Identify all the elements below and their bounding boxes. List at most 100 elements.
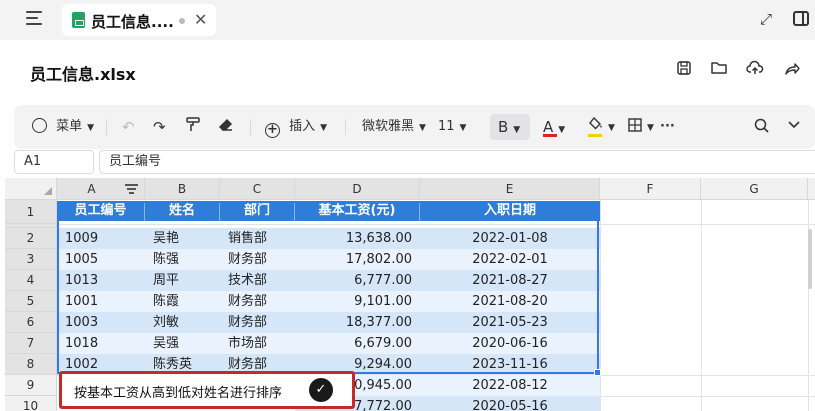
- cell-hire-date[interactable]: 2023-11-16: [420, 354, 600, 375]
- column-header-b[interactable]: B: [145, 178, 220, 200]
- cell-id[interactable]: 1003: [57, 312, 145, 333]
- cell-reference-box[interactable]: A1: [14, 150, 94, 174]
- cell-department[interactable]: 技术部: [220, 270, 295, 291]
- cell-department[interactable]: 财务部: [220, 291, 295, 312]
- cell-salary[interactable]: 9,101.00: [295, 291, 420, 312]
- column-header-a[interactable]: A: [57, 178, 145, 200]
- file-header: 员工信息.xlsx: [0, 40, 815, 102]
- cell-hire-date[interactable]: 2022-01-08: [420, 228, 600, 249]
- expand-icon[interactable]: ⤢: [760, 10, 772, 28]
- font-family-select[interactable]: 微软雅黑 ▼: [362, 105, 426, 149]
- cell-name[interactable]: 吴艳: [145, 228, 220, 249]
- cell-hire-date[interactable]: 2022-02-01: [420, 249, 600, 270]
- font-size-select[interactable]: 11 ▼: [438, 105, 466, 149]
- cell-id[interactable]: 1001: [57, 291, 145, 312]
- cell-name[interactable]: 陈霞: [145, 291, 220, 312]
- format-painter-icon[interactable]: [186, 105, 200, 149]
- row-header-7[interactable]: 7: [5, 333, 57, 354]
- fill-handle[interactable]: [594, 369, 601, 376]
- cell-salary[interactable]: 6,679.00: [295, 333, 420, 354]
- collapse-toolbar-icon[interactable]: [788, 105, 800, 149]
- undo-icon[interactable]: ↶: [122, 105, 135, 149]
- eraser-icon[interactable]: [218, 105, 234, 149]
- paint-bucket-icon: [589, 116, 602, 130]
- header-cell-name[interactable]: 姓名: [145, 201, 220, 221]
- cell-name[interactable]: 陈强: [145, 249, 220, 270]
- more-options-button[interactable]: ···: [660, 105, 675, 149]
- row-header-6[interactable]: 6: [5, 312, 57, 333]
- font-color-button[interactable]: A ▼: [543, 105, 565, 149]
- close-tab-icon[interactable]: ✕: [194, 10, 207, 29]
- cell-hire-date[interactable]: 2021-08-20: [420, 291, 600, 312]
- row-header-9[interactable]: 9: [5, 375, 57, 396]
- cell-salary[interactable]: 17,802.00: [295, 249, 420, 270]
- cell-department[interactable]: 销售部: [220, 228, 295, 249]
- filter-icon[interactable]: [125, 183, 138, 194]
- font-family-value: 微软雅黑: [362, 119, 415, 134]
- cloud-upload-icon[interactable]: [745, 60, 765, 80]
- cell-department[interactable]: 市场部: [220, 333, 295, 354]
- row-header-4[interactable]: 4: [5, 270, 57, 291]
- cell-id[interactable]: 1009: [57, 228, 145, 249]
- cell-hire-date[interactable]: 2020-05-16: [420, 396, 600, 411]
- row-header-2[interactable]: 2: [5, 228, 57, 249]
- column-header-f[interactable]: F: [600, 178, 701, 200]
- cell-id[interactable]: 1005: [57, 249, 145, 270]
- plus-circle-icon: +: [265, 123, 280, 138]
- header-cell-base-salary[interactable]: 基本工资(元): [295, 201, 420, 221]
- fill-color-swatch: [588, 134, 602, 137]
- side-panel-icon[interactable]: [793, 11, 809, 26]
- fill-color-button[interactable]: ▼: [588, 105, 615, 149]
- cell-salary[interactable]: 6,777.00: [295, 270, 420, 291]
- sidebar-toggle-icon[interactable]: [26, 11, 44, 27]
- cell-hire-date[interactable]: 2020-06-16: [420, 333, 600, 354]
- borders-icon: [628, 118, 642, 132]
- file-tab[interactable]: 员工信息.... ✕: [62, 4, 216, 36]
- cell-department[interactable]: 财务部: [220, 249, 295, 270]
- insert-label: 插入: [289, 119, 316, 134]
- header-cell-hire-date[interactable]: 入职日期: [420, 201, 600, 221]
- header-cell-department[interactable]: 部门: [220, 201, 295, 221]
- cell-hire-date[interactable]: 2021-08-27: [420, 270, 600, 291]
- menu-icon: [32, 118, 47, 133]
- bold-label: B: [498, 118, 509, 136]
- cell-hire-date[interactable]: 2021-05-23: [420, 312, 600, 333]
- share-icon[interactable]: [782, 60, 802, 80]
- row-header-3[interactable]: 3: [5, 249, 57, 270]
- row-header-10[interactable]: 10: [5, 396, 57, 411]
- column-header-c[interactable]: C: [220, 178, 295, 200]
- column-header-e[interactable]: E: [420, 178, 600, 200]
- cell-department[interactable]: 财务部: [220, 312, 295, 333]
- row-header-8[interactable]: 8: [5, 354, 57, 375]
- insert-button[interactable]: + 插入 ▼: [265, 105, 327, 149]
- cell-salary[interactable]: 18,377.00: [295, 312, 420, 333]
- column-header-h[interactable]: [808, 178, 815, 200]
- header-cell-employee-id[interactable]: 员工编号: [57, 201, 145, 221]
- bold-button[interactable]: B ▼: [498, 105, 520, 149]
- redo-icon[interactable]: ↷: [153, 105, 166, 149]
- formula-input[interactable]: 员工编号: [99, 150, 815, 174]
- menu-button[interactable]: 菜单 ▼: [32, 105, 94, 149]
- cell-name[interactable]: 周平: [145, 270, 220, 291]
- cell-id[interactable]: 1018: [57, 333, 145, 354]
- ai-prompt-bubble[interactable]: 按基本工资从高到低对姓名进行排序 ✓: [59, 371, 355, 409]
- font-color-swatch: [543, 134, 557, 137]
- column-header-d[interactable]: D: [295, 178, 420, 200]
- row-header-1[interactable]: 1: [5, 200, 57, 224]
- row-header-5[interactable]: 5: [5, 291, 57, 312]
- cell-hire-date[interactable]: 2022-08-12: [420, 375, 600, 396]
- search-icon[interactable]: [754, 105, 769, 149]
- tab-bar: 员工信息.... ✕ ⤢: [0, 0, 815, 40]
- cell-name[interactable]: 刘敏: [145, 312, 220, 333]
- folder-icon[interactable]: [709, 60, 729, 80]
- column-header-g[interactable]: G: [701, 178, 808, 200]
- cell-name[interactable]: 吴强: [145, 333, 220, 354]
- confirm-check-icon[interactable]: ✓: [309, 378, 333, 402]
- unsaved-dot-icon: [179, 18, 185, 24]
- select-all-corner[interactable]: [5, 178, 57, 200]
- cell-id[interactable]: 1013: [57, 270, 145, 291]
- borders-button[interactable]: ▼: [628, 105, 654, 149]
- vertical-scrollbar[interactable]: [808, 229, 812, 289]
- cell-salary[interactable]: 13,638.00: [295, 228, 420, 249]
- save-icon[interactable]: [674, 60, 694, 80]
